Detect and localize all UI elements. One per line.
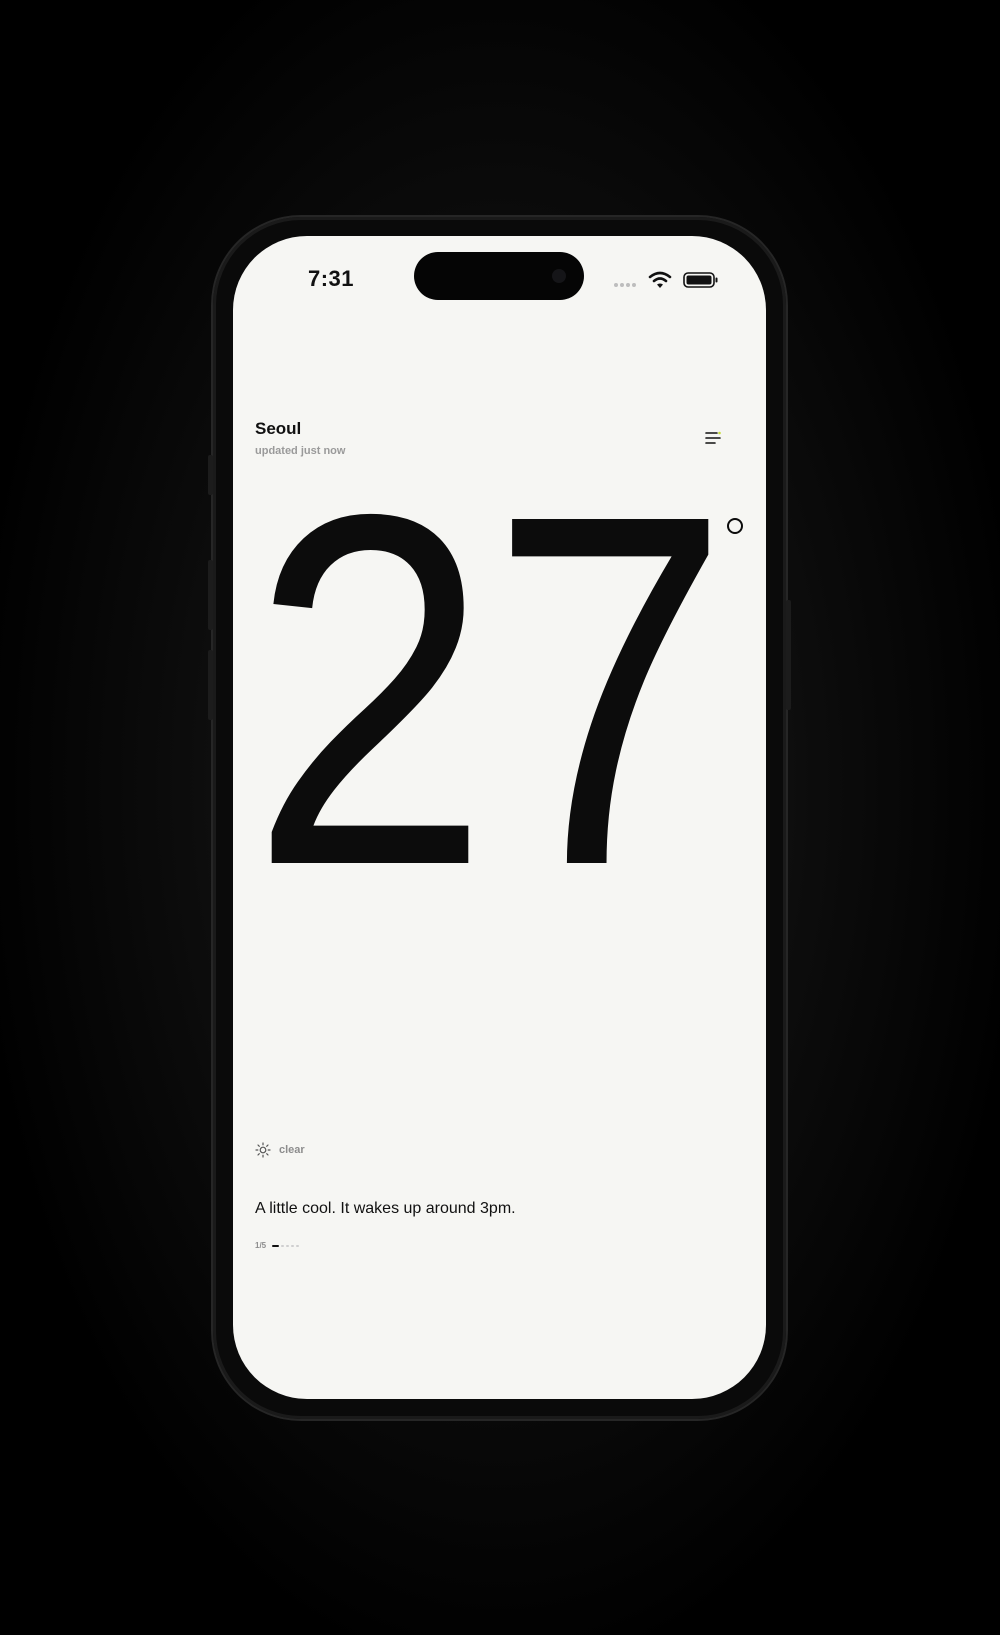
cellular-signal-icon [614,283,636,287]
status-time: 7:31 [308,266,355,291]
page-dot-1[interactable] [272,1244,280,1247]
wifi-icon [648,271,672,288]
phone-volume-down-button [208,650,213,720]
city-name: Seoul [255,419,302,438]
menu-lines-icon[interactable] [703,428,723,448]
app-screen: 7:31 Seoul updated just now 27 clear A l… [233,236,766,1399]
temperature-value: 27 [250,476,730,916]
page-indicator[interactable]: 1/5 [255,1241,300,1250]
weather-condition: clear [279,1144,305,1156]
page-dot-4[interactable] [291,1244,295,1247]
temperature-display: 27 [250,476,730,916]
sun-icon [255,1142,271,1158]
page-dot-3[interactable] [286,1244,290,1247]
camera-icon [552,269,566,283]
phone-volume-up-button [208,560,213,630]
degree-symbol [727,518,743,534]
page-dots [272,1244,300,1247]
page-dot-2[interactable] [281,1244,285,1247]
updated-timestamp: updated just now [255,445,346,457]
page-count: 1/5 [255,1241,267,1250]
phone-power-button [786,600,791,710]
battery-icon [683,272,718,288]
weather-description: A little cool. It wakes up around 3pm. [255,1200,516,1217]
phone-action-button [208,455,213,495]
page-dot-5[interactable] [296,1244,300,1247]
dynamic-island [414,252,584,300]
